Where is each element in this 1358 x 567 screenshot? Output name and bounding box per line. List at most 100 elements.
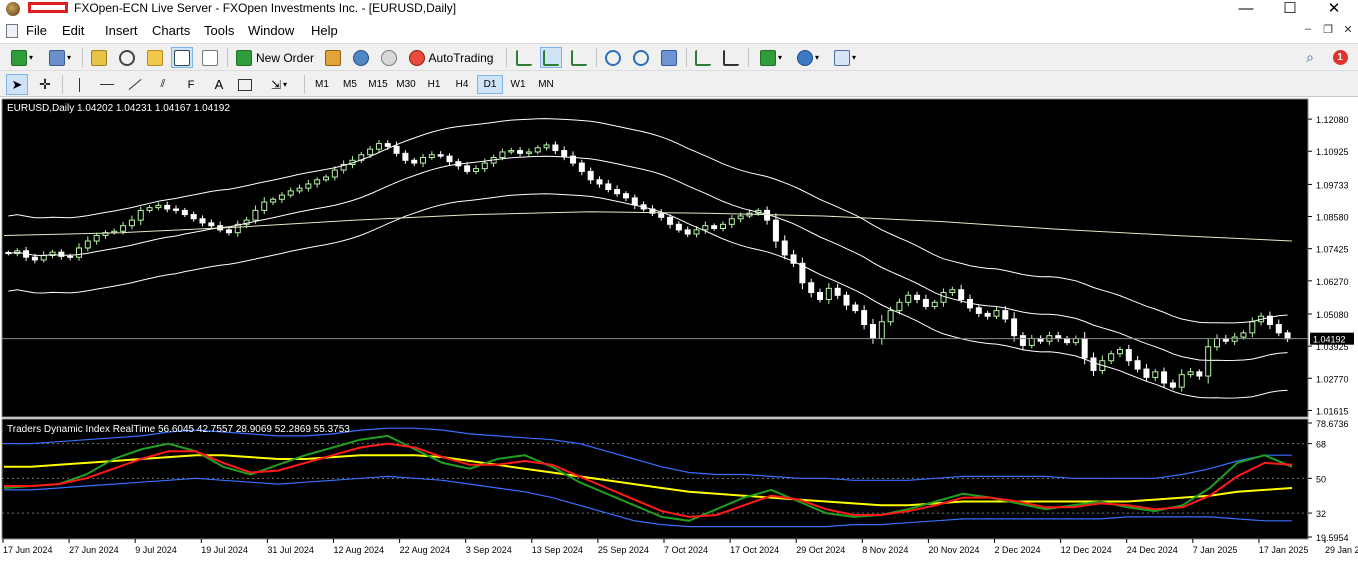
- candle-body: [208, 222, 215, 227]
- menu-edit[interactable]: Edit: [62, 23, 84, 38]
- indicator-label: 78.6736: [1316, 419, 1349, 429]
- menu-insert[interactable]: Insert: [105, 23, 138, 38]
- candle-body: [984, 312, 991, 317]
- navigator-button[interactable]: [144, 47, 166, 68]
- price-pane[interactable]: [1, 98, 1309, 418]
- market-watch-icon: [91, 49, 107, 66]
- trendline-button[interactable]: [124, 74, 146, 95]
- maximize-button[interactable]: ☐: [1268, 0, 1312, 20]
- mdi-restore-button[interactable]: ❐: [1320, 23, 1336, 36]
- timeframe-m30[interactable]: M30: [393, 75, 419, 94]
- candle-body: [772, 219, 779, 242]
- fibonacci-button[interactable]: F: [180, 74, 202, 95]
- zoom-out-button[interactable]: [630, 47, 652, 68]
- indicator-label: 19.5954: [1316, 533, 1349, 543]
- candle-body: [164, 204, 171, 210]
- periods-button[interactable]: ▾: [792, 47, 824, 68]
- metaeditor-button[interactable]: [322, 47, 344, 68]
- crosshair-tool-button[interactable]: ✛: [34, 74, 56, 95]
- candle-body: [1002, 310, 1009, 320]
- menu-window[interactable]: Window: [248, 23, 294, 38]
- candle-body: [1169, 382, 1176, 388]
- new-order-button[interactable]: New Order: [233, 47, 317, 68]
- timeframe-mn[interactable]: MN: [533, 75, 559, 94]
- candle-body: [1108, 353, 1115, 362]
- vertical-line-button[interactable]: [68, 74, 90, 95]
- menu-file[interactable]: File: [26, 23, 47, 38]
- autotrading-button[interactable]: AutoTrading: [405, 47, 497, 68]
- indicators-button[interactable]: ▾: [755, 47, 787, 68]
- text-tool-button[interactable]: A: [208, 74, 230, 95]
- crosshair-icon: ✛: [39, 76, 51, 92]
- candle-body: [181, 209, 188, 216]
- bar-chart-button[interactable]: [513, 47, 535, 68]
- timeframe-h1[interactable]: H1: [421, 75, 447, 94]
- market-watch-button[interactable]: [88, 47, 110, 68]
- timeframe-m1[interactable]: M1: [309, 75, 335, 94]
- timeframe-m15[interactable]: M15: [365, 75, 391, 94]
- data-window-button[interactable]: [116, 47, 138, 68]
- candle-body: [1011, 318, 1018, 337]
- tile-windows-button[interactable]: [658, 47, 680, 68]
- text-label-button[interactable]: [234, 74, 256, 95]
- candle-body: [728, 218, 735, 225]
- candle-body: [31, 256, 38, 261]
- line-chart-button[interactable]: [568, 47, 590, 68]
- candle-body: [252, 209, 259, 221]
- notifications-button[interactable]: 1: [1326, 47, 1354, 68]
- timeframe-w1[interactable]: W1: [505, 75, 531, 94]
- horizontal-line-button[interactable]: [96, 74, 118, 95]
- date-label: 9 Jul 2024: [135, 545, 177, 555]
- candlestick-chart-button[interactable]: [540, 47, 562, 68]
- candle-body: [896, 301, 903, 312]
- date-label: 2 Dec 2024: [995, 545, 1041, 555]
- autoscroll-button[interactable]: [692, 47, 714, 68]
- community-icon: [353, 49, 369, 66]
- candle-body: [596, 179, 603, 185]
- templates-button[interactable]: ▾: [829, 47, 861, 68]
- menu-help[interactable]: Help: [311, 23, 338, 38]
- candle-body: [296, 187, 303, 192]
- candle-body: [155, 204, 162, 209]
- terminal-button[interactable]: [171, 47, 193, 68]
- arrows-button[interactable]: ⇲ ▾: [262, 74, 296, 95]
- candle-body: [1249, 321, 1256, 334]
- new-chart-button[interactable]: ▾: [6, 47, 38, 68]
- candle-body: [1028, 337, 1035, 346]
- cursor-tool-button[interactable]: ➤: [6, 74, 28, 95]
- signals-button[interactable]: [378, 47, 400, 68]
- price-label: 1.06270: [1316, 277, 1349, 287]
- toolbar-separator: [304, 75, 305, 94]
- candle-body: [331, 169, 338, 178]
- minimize-button[interactable]: —: [1224, 0, 1268, 20]
- candle-body: [225, 229, 232, 234]
- candle-body: [137, 209, 144, 221]
- chart-shift-button[interactable]: [720, 47, 742, 68]
- chart-window[interactable]: EURUSD,Daily 1.04202 1.04231 1.04167 1.0…: [0, 97, 1358, 564]
- app-logo-icon: [6, 2, 20, 16]
- menu-charts[interactable]: Charts: [152, 23, 190, 38]
- chart-canvas[interactable]: EURUSD,Daily 1.04202 1.04231 1.04167 1.0…: [0, 97, 1358, 564]
- menu-tools[interactable]: Tools: [204, 23, 234, 38]
- mdi-close-button[interactable]: ✕: [1340, 23, 1356, 36]
- date-label: 27 Jun 2024: [69, 545, 119, 555]
- timeframe-m5[interactable]: M5: [337, 75, 363, 94]
- mdi-minimize-button[interactable]: –: [1300, 23, 1316, 35]
- date-label: 7 Oct 2024: [664, 545, 708, 555]
- equidistant-channel-button[interactable]: ⫽: [152, 74, 174, 95]
- date-label: 31 Jul 2024: [267, 545, 314, 555]
- community-button[interactable]: [350, 47, 372, 68]
- timeframe-h4[interactable]: H4: [449, 75, 475, 94]
- timeframe-d1[interactable]: D1: [477, 75, 503, 94]
- zoom-in-button[interactable]: [602, 47, 624, 68]
- toolbar-separator: [596, 48, 597, 67]
- strategy-tester-button[interactable]: [199, 47, 221, 68]
- candle-body: [508, 150, 515, 153]
- close-button[interactable]: ✕: [1312, 0, 1356, 20]
- search-button[interactable]: ⌕: [1300, 47, 1320, 68]
- candle-body: [525, 151, 532, 154]
- candle-body: [58, 251, 65, 257]
- profiles-button[interactable]: ▾: [44, 47, 76, 68]
- navigator-folder-icon: [147, 49, 163, 66]
- candle-body: [67, 255, 74, 258]
